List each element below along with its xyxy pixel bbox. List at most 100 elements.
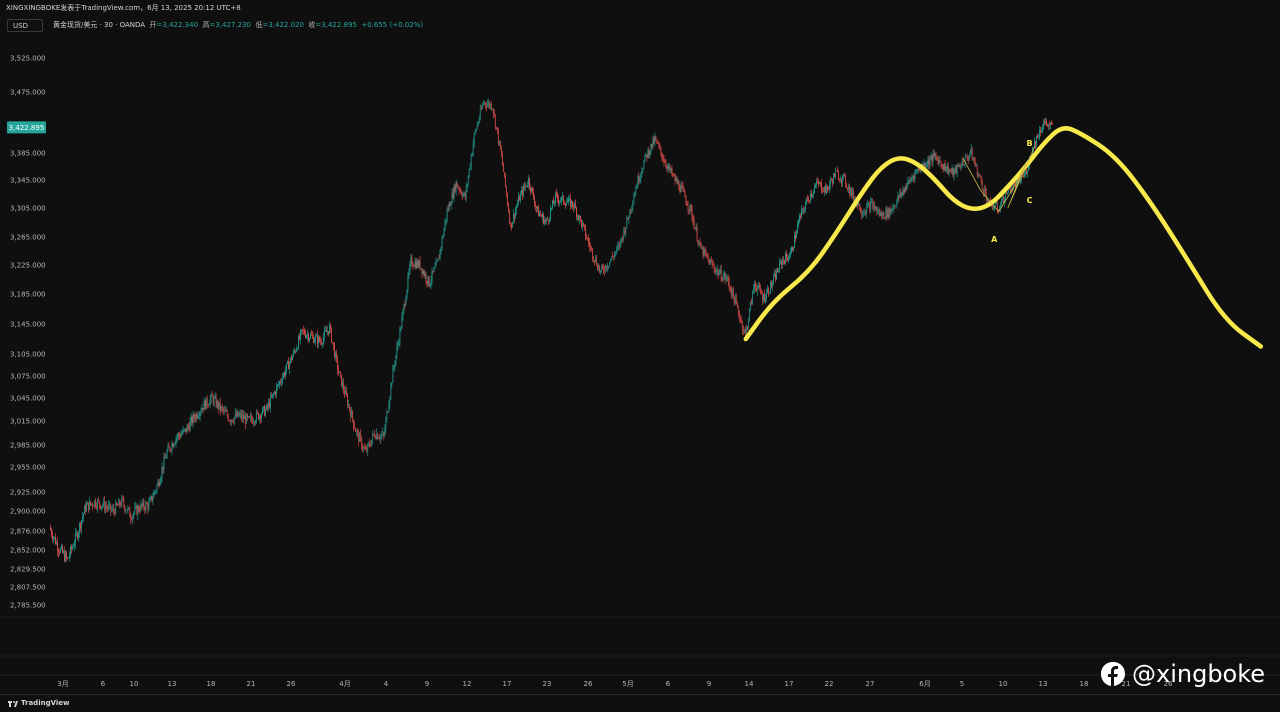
- y-axis[interactable]: 3,525.000 3,475.000 3,385.000 3,345.000 3,30…: [0, 55, 1280, 676]
- candle-body: [624, 229, 626, 234]
- candle-body: [900, 192, 902, 196]
- candle-body: [713, 265, 715, 270]
- x-tick-label: 6月: [919, 680, 930, 688]
- candle-body: [636, 186, 638, 189]
- candle-body: [141, 503, 143, 506]
- candle-body: [559, 201, 560, 203]
- candle-body: [620, 238, 622, 247]
- candle-body: [831, 179, 832, 181]
- candle-body: [626, 217, 628, 228]
- candle-body: [1024, 172, 1025, 177]
- candle-body: [609, 261, 611, 267]
- candle-body: [951, 168, 953, 172]
- candle-body: [332, 342, 333, 343]
- candle-body: [166, 450, 168, 458]
- candle-body: [260, 414, 262, 419]
- candle-body: [867, 204, 869, 207]
- candle-body: [537, 207, 538, 209]
- candle-body: [404, 304, 406, 306]
- candle-body: [250, 416, 252, 420]
- candle-body: [225, 411, 227, 413]
- candle-body: [473, 133, 475, 144]
- wave-label: A: [991, 235, 998, 244]
- price-chart[interactable]: 3,525.000 3,475.000 3,385.000 3,345.000 3,30…: [0, 0, 1280, 694]
- candle-body: [219, 402, 221, 411]
- candle-body: [284, 373, 285, 376]
- footer-brand: TradingView: [21, 699, 70, 707]
- candle-body: [172, 443, 174, 447]
- candle-body: [830, 179, 831, 185]
- candle-body: [254, 420, 256, 423]
- candle-body: [672, 174, 674, 176]
- candle-body: [782, 259, 783, 265]
- candle-body: [422, 270, 424, 274]
- candle-body: [995, 202, 997, 204]
- candle-body: [197, 416, 199, 418]
- candle-body: [598, 266, 600, 270]
- x-axis[interactable]: 3月 6 10 13 18 21 26 4月 4 9 12 17 23 26 5月 6 9 14 17 22 27 6月 5…: [57, 680, 1173, 688]
- candle-body: [686, 203, 688, 206]
- candle-body: [54, 537, 55, 538]
- candle-body: [372, 433, 374, 440]
- candle-body: [814, 187, 815, 193]
- candle-body: [524, 186, 525, 188]
- candle-body: [732, 288, 734, 297]
- candle-body: [991, 205, 993, 210]
- candle-body: [973, 158, 975, 162]
- candle-body: [495, 127, 497, 128]
- candle-body: [863, 213, 865, 215]
- candle-body: [759, 287, 761, 293]
- candle-body: [424, 273, 426, 276]
- y-tick-label: 2,925.000: [10, 489, 46, 497]
- candle-body: [882, 212, 884, 216]
- candle-body: [805, 204, 806, 211]
- candle-body: [565, 204, 566, 206]
- candle-body: [450, 203, 452, 206]
- candle-body: [95, 500, 97, 507]
- candle-body: [723, 274, 725, 277]
- candle-body: [58, 550, 59, 552]
- candle-body: [51, 530, 52, 536]
- forecast-curve: [743, 126, 1264, 349]
- candle-body: [295, 351, 296, 352]
- watermark-handle: @xingboke: [1132, 660, 1266, 688]
- candle-body: [866, 206, 868, 215]
- candle-body: [127, 507, 129, 511]
- candle-body: [50, 527, 51, 531]
- candle-body: [1037, 135, 1038, 138]
- candle-body: [912, 176, 914, 179]
- candle-body: [409, 263, 411, 272]
- candle-body: [945, 169, 947, 172]
- candle-body: [104, 500, 106, 510]
- candle-body: [629, 209, 631, 218]
- candle-body: [131, 519, 133, 521]
- candle-body: [117, 505, 119, 506]
- candle-body: [970, 148, 972, 154]
- candle-body: [481, 104, 483, 109]
- candle-body: [375, 436, 377, 439]
- candle-body: [614, 253, 616, 258]
- candle-body: [63, 551, 64, 553]
- candle-body: [504, 174, 506, 187]
- candle-body: [839, 179, 841, 181]
- candle-body: [1033, 147, 1034, 149]
- candle-body: [972, 158, 974, 159]
- candle-body: [258, 415, 260, 419]
- candle-body: [960, 166, 962, 168]
- candle-body: [1044, 122, 1045, 124]
- candle-body: [87, 502, 89, 505]
- candle-body: [447, 209, 449, 211]
- candle-body: [346, 390, 348, 396]
- candle-body: [664, 162, 666, 164]
- candle-body: [249, 416, 251, 418]
- candle-body: [505, 186, 507, 195]
- candle-body: [753, 283, 755, 289]
- candle-body: [548, 219, 549, 222]
- candle-body: [52, 535, 53, 540]
- candle-body: [966, 155, 968, 159]
- candle-body: [602, 266, 604, 268]
- candle-body: [287, 361, 288, 364]
- candle-body: [755, 287, 757, 291]
- candle-body: [309, 338, 310, 341]
- candle-body: [549, 218, 550, 222]
